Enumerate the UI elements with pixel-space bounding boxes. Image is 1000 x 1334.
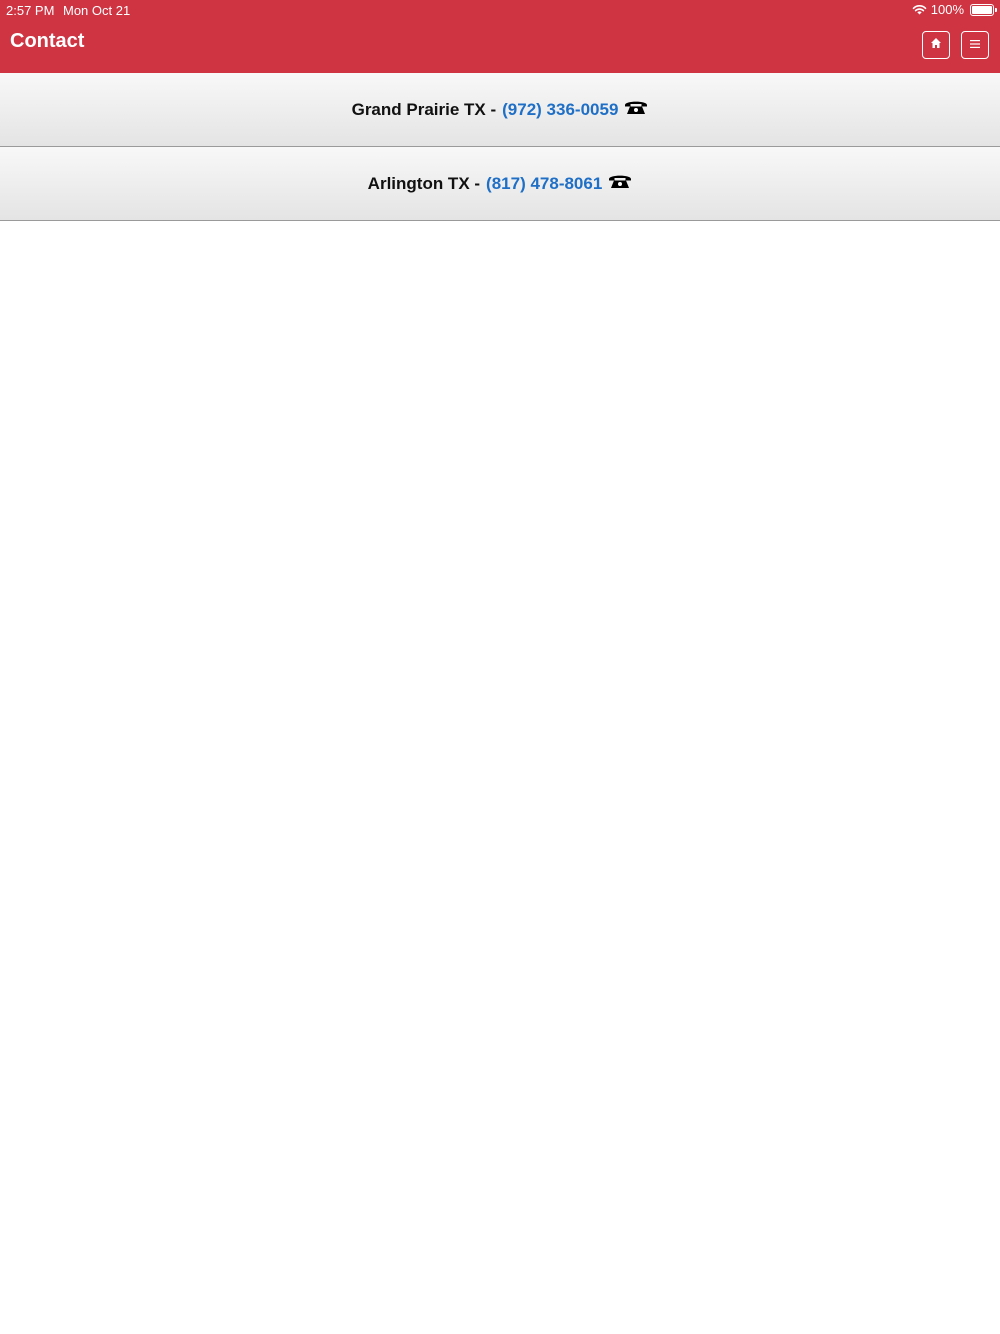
battery-icon [970, 3, 997, 16]
contact-city: Grand Prairie TX - [351, 99, 497, 119]
status-indicators: 100% [912, 2, 997, 17]
status-date: Mon Oct 21 [63, 3, 131, 18]
home-icon [930, 36, 942, 54]
contact-row-grand-prairie: Grand Prairie TX - (972) 336-0059 [0, 73, 1000, 147]
phone-link-arlington[interactable]: (817) 478-8061 [486, 174, 602, 194]
status-bar: 2:57 PM Mon Oct 21 100% [0, 0, 1000, 20]
menu-button[interactable] [961, 31, 989, 59]
phone-link-grand-prairie[interactable]: (972) 336-0059 [502, 100, 618, 120]
page-title: Contact [10, 30, 85, 52]
contact-city: Arlington TX - [367, 173, 481, 193]
telephone-icon[interactable] [608, 173, 632, 189]
wifi-icon [912, 4, 927, 15]
home-button[interactable] [922, 31, 950, 59]
menu-icon [969, 36, 981, 54]
app-header: 2:57 PM Mon Oct 21 100% Contact [0, 0, 1000, 73]
battery-percent: 100% [930, 2, 964, 17]
status-time: 2:57 PM [6, 3, 55, 18]
telephone-icon[interactable] [624, 99, 648, 115]
contact-row-arlington: Arlington TX - (817) 478-8061 [0, 147, 1000, 221]
